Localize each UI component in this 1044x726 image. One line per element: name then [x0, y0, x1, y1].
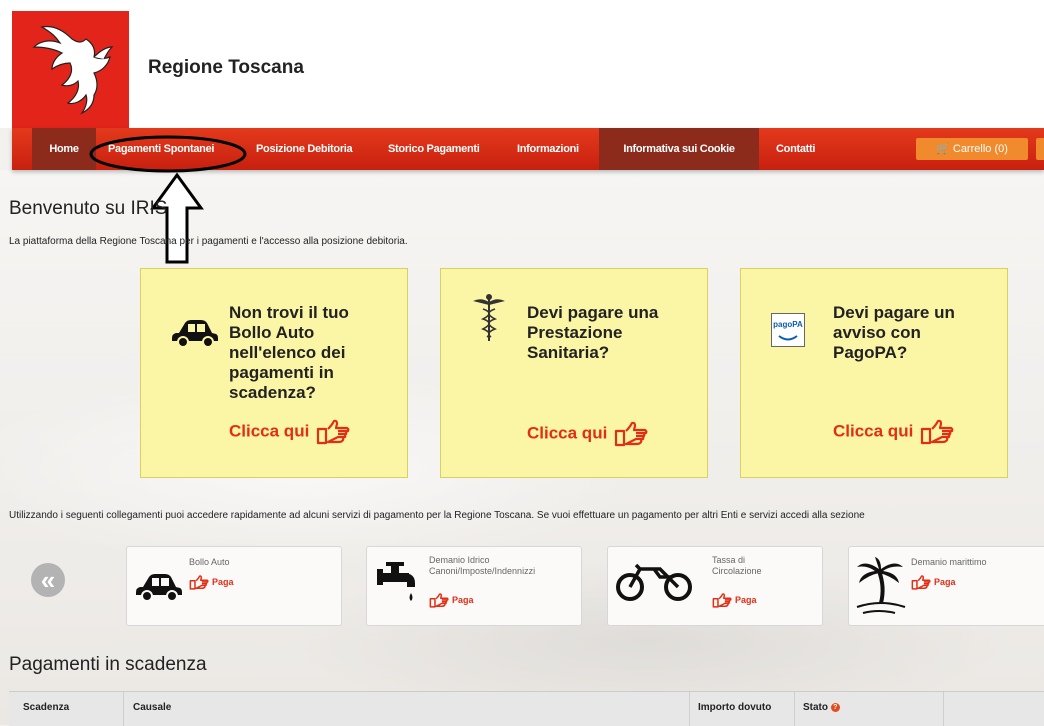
column-header-scadenza[interactable]: Scadenza — [23, 702, 69, 713]
column-header-stato[interactable]: Stato ? — [803, 702, 840, 713]
pointing-hand-icon — [189, 575, 209, 590]
service-pay-label: Paga — [212, 576, 234, 587]
deadlines-table-header: Scadenza Causale Importo dovuto Stato ? — [9, 691, 1044, 726]
pointing-hand-icon — [429, 593, 449, 608]
car-icon — [172, 320, 218, 347]
service-pay-link[interactable]: Paga — [911, 575, 956, 590]
service-pay-link[interactable]: Paga — [429, 593, 474, 608]
deadlines-title: Pagamenti in scadenza — [9, 654, 207, 675]
service-pay-label: Paga — [934, 576, 956, 587]
column-divider — [794, 692, 795, 726]
service-tile-tassa-circolazione[interactable]: Tassa di Circolazione Paga — [607, 546, 823, 626]
column-header-causale[interactable]: Causale — [133, 702, 171, 713]
carousel-prev-button[interactable]: « — [31, 563, 65, 597]
card-link-label: Clicca qui — [833, 421, 914, 441]
service-tile-bollo-auto[interactable]: Bollo Auto Paga — [126, 546, 342, 626]
service-pay-link[interactable]: Paga — [189, 575, 234, 590]
pointing-hand-icon — [712, 593, 732, 608]
pointing-hand-icon — [911, 575, 931, 590]
column-header-importo[interactable]: Importo dovuto — [698, 702, 771, 713]
faucet-icon — [377, 562, 415, 601]
palm-tree-icon — [856, 557, 906, 614]
brand-title: Regione Toscana — [148, 57, 304, 78]
service-name: Bollo Auto — [189, 557, 230, 567]
service-name: Tassa di Circolazione — [712, 555, 762, 576]
quick-links-intro: Utilizzando i seguenti collegamenti puoi… — [9, 510, 865, 521]
column-divider — [123, 692, 124, 726]
column-divider — [943, 692, 944, 726]
card-link[interactable]: Clicca qui — [229, 419, 350, 445]
service-pay-label: Paga — [735, 594, 757, 605]
card-bollo-auto[interactable]: Non trovi il tuo Bollo Auto nell'elenco … — [140, 268, 408, 478]
card-link[interactable]: Clicca qui — [527, 421, 648, 447]
service-name: Demanio Idrico Canoni/Imposte/Indennizzi — [429, 555, 536, 576]
pointing-hand-icon — [316, 419, 350, 445]
double-chevron-left-icon: « — [40, 565, 56, 595]
highlight-ellipse — [89, 135, 247, 173]
welcome-subtitle: La piattaforma della Regione Toscana per… — [9, 236, 408, 247]
service-name: Demanio marittimo — [911, 557, 987, 567]
card-link[interactable]: Clicca qui — [833, 419, 954, 445]
pagopa-icon-label: pagoPA — [773, 320, 803, 329]
cart-button[interactable]: 🛒 Carrello (0) — [916, 138, 1028, 160]
nav-contatti[interactable]: Contatti — [776, 128, 815, 170]
column-divider — [689, 692, 690, 726]
pagopa-icon: pagoPA — [771, 313, 805, 347]
service-pay-label: Paga — [452, 594, 474, 605]
nav-home[interactable]: Home — [32, 128, 96, 170]
card-text: Devi pagare un avviso con PagoPA? — [833, 303, 955, 362]
card-link-label: Clicca qui — [229, 421, 310, 441]
cart-icon: 🛒 — [936, 143, 950, 155]
pointing-hand-icon — [920, 419, 954, 445]
nav-informazioni[interactable]: Informazioni — [517, 128, 579, 170]
card-pagopa[interactable]: pagoPA Devi pagare un avviso con PagoPA?… — [740, 268, 1008, 478]
service-pay-link[interactable]: Paga — [712, 593, 757, 608]
card-link-label: Clicca qui — [527, 423, 608, 443]
column-header-stato-label: Stato — [803, 702, 828, 713]
service-tile-demanio-idrico[interactable]: Demanio Idrico Canoni/Imposte/Indennizzi… — [366, 546, 582, 626]
card-text: Devi pagare una Prestazione Sanitaria? — [527, 303, 659, 362]
user-button[interactable] — [1036, 138, 1044, 160]
site-header: Regione Toscana — [0, 0, 1044, 128]
nav-informativa-cookie[interactable]: Informativa sui Cookie — [599, 128, 759, 170]
card-text: Non trovi il tuo Bollo Auto nell'elenco … — [229, 303, 349, 402]
regione-toscana-logo[interactable] — [12, 11, 129, 128]
nav-posizione-debitoria[interactable]: Posizione Debitoria — [256, 128, 353, 170]
help-icon[interactable]: ? — [830, 702, 840, 712]
welcome-title: Benvenuto su IRIS — [9, 198, 168, 219]
pointing-hand-icon — [614, 421, 648, 447]
nav-storico-pagamenti[interactable]: Storico Pagamenti — [388, 128, 480, 170]
cart-label: Carrello (0) — [952, 143, 1008, 155]
bicycle-icon — [616, 563, 692, 601]
car-icon — [136, 574, 182, 602]
card-prestazione-sanitaria[interactable]: Devi pagare una Prestazione Sanitaria? C… — [440, 268, 708, 478]
service-tile-demanio-marittimo[interactable]: Demanio marittimo Paga — [848, 546, 1044, 626]
caduceus-icon — [473, 294, 505, 341]
